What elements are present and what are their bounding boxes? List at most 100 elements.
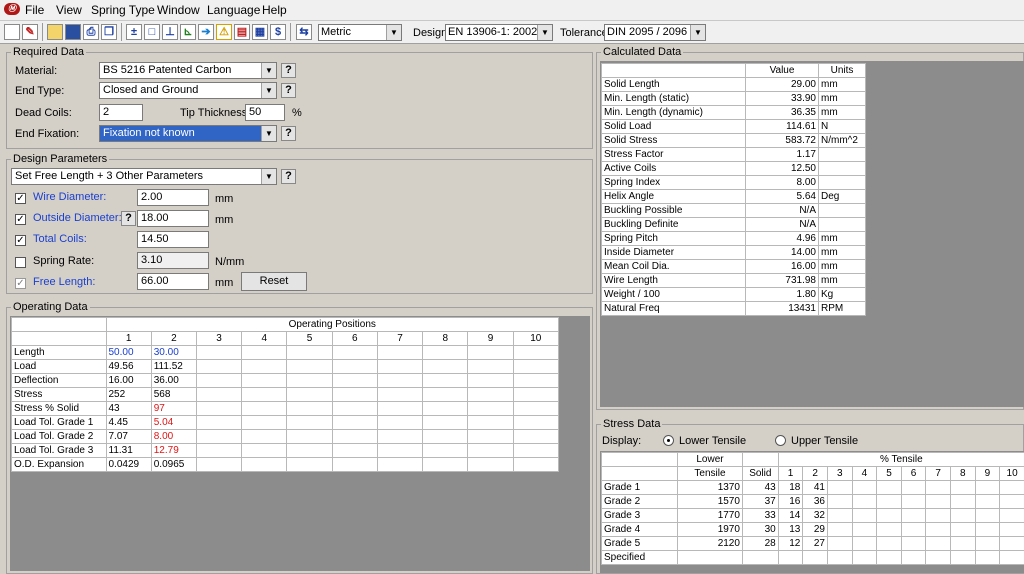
cell-position-9[interactable]: [467, 373, 514, 388]
cell-position-1[interactable]: 252: [105, 387, 152, 402]
graph-icon[interactable]: ⊥: [162, 24, 178, 40]
dead-coils-input[interactable]: 2: [99, 104, 143, 121]
cell-position-5[interactable]: [286, 429, 333, 444]
upper-tensile-label[interactable]: Upper Tensile: [791, 435, 858, 447]
cell-position-1[interactable]: 11.31: [105, 443, 152, 458]
cell-position-8[interactable]: [422, 457, 469, 472]
units-select[interactable]: Metric ▼: [318, 24, 402, 41]
cell-position-7[interactable]: [376, 345, 424, 360]
outside-diameter-input[interactable]: 18.00: [137, 210, 209, 227]
menu-view[interactable]: View: [56, 3, 82, 17]
cell-position-9[interactable]: [467, 359, 514, 374]
cell-position-3[interactable]: [195, 345, 243, 360]
tolerance-standard-select[interactable]: DIN 2095 / 2096 ▼: [604, 24, 706, 41]
end-type-help-button[interactable]: ?: [281, 83, 296, 98]
design-mode-help-button[interactable]: ?: [281, 169, 296, 184]
cell-position-8[interactable]: [422, 443, 469, 458]
cell-position-8[interactable]: [422, 415, 469, 430]
cell-position-3[interactable]: [195, 443, 243, 458]
cell-position-6[interactable]: [331, 401, 378, 416]
cell-position-5[interactable]: [286, 359, 333, 374]
cell-position-6[interactable]: [331, 429, 378, 444]
cell-position-6[interactable]: [331, 359, 378, 374]
lower-tensile-label[interactable]: Lower Tensile: [679, 435, 746, 447]
cell-position-5[interactable]: [286, 373, 333, 388]
cell-position-2[interactable]: 0.0965: [150, 457, 197, 472]
material-select[interactable]: BS 5216 Patented Carbon ▼: [99, 62, 277, 79]
cell-position-6[interactable]: [331, 387, 378, 402]
cell-position-7[interactable]: [376, 401, 424, 416]
cell-position-2[interactable]: 30.00: [150, 345, 197, 360]
cell-position-1[interactable]: 7.07: [105, 429, 152, 444]
end-fixation-help-button[interactable]: ?: [281, 126, 296, 141]
cell-position-1[interactable]: 0.0429: [105, 457, 152, 472]
cell-position-8[interactable]: [422, 387, 469, 402]
table-icon[interactable]: ▦: [252, 24, 268, 40]
cell-position-10[interactable]: [512, 359, 560, 374]
cell-position-1[interactable]: 16.00: [105, 373, 152, 388]
free-length-checkbox[interactable]: ✓: [15, 278, 26, 289]
cell-position-8[interactable]: [422, 359, 469, 374]
cell-position-10[interactable]: [512, 345, 560, 360]
cell-position-7[interactable]: [376, 373, 424, 388]
cell-position-1[interactable]: 4.45: [105, 415, 152, 430]
material-help-button[interactable]: ?: [281, 63, 296, 78]
cell-position-4[interactable]: [241, 345, 288, 360]
free-length-input[interactable]: 66.00: [137, 273, 209, 290]
cell-position-10[interactable]: [512, 401, 560, 416]
cell-position-9[interactable]: [467, 443, 514, 458]
cell-position-8[interactable]: [422, 373, 469, 388]
cell-position-2[interactable]: 111.52: [150, 359, 197, 374]
outside-diameter-checkbox[interactable]: ✓: [15, 214, 26, 225]
cost-icon[interactable]: $: [270, 24, 286, 40]
units-toggle-icon[interactable]: ⇆: [296, 24, 312, 40]
cell-position-4[interactable]: [241, 415, 288, 430]
cell-position-6[interactable]: [331, 443, 378, 458]
menu-window[interactable]: Window: [157, 3, 200, 17]
cell-position-9[interactable]: [467, 401, 514, 416]
cell-position-6[interactable]: [331, 415, 378, 430]
total-coils-checkbox[interactable]: ✓: [15, 235, 26, 246]
cell-position-2[interactable]: 8.00: [150, 429, 197, 444]
cell-position-10[interactable]: [512, 457, 560, 472]
cell-position-5[interactable]: [286, 387, 333, 402]
cell-position-3[interactable]: [195, 401, 243, 416]
cell-position-7[interactable]: [376, 387, 424, 402]
design-standard-select[interactable]: EN 13906-1: 2002 ▼: [445, 24, 553, 41]
new-file-icon[interactable]: [4, 24, 20, 40]
cell-position-4[interactable]: [241, 387, 288, 402]
end-fixation-select[interactable]: Fixation not known ▼: [99, 125, 277, 142]
cell-position-2[interactable]: 5.04: [150, 415, 197, 430]
cell-position-9[interactable]: [467, 345, 514, 360]
wire-diameter-checkbox[interactable]: ✓: [15, 193, 26, 204]
cell-position-8[interactable]: [422, 429, 469, 444]
cell-position-8[interactable]: [422, 401, 469, 416]
warning-icon[interactable]: ⚠: [216, 24, 232, 40]
cell-position-4[interactable]: [241, 443, 288, 458]
cell-position-5[interactable]: [286, 345, 333, 360]
cell-position-4[interactable]: [241, 373, 288, 388]
spring-rate-checkbox[interactable]: [15, 257, 26, 268]
total-coils-input[interactable]: 14.50: [137, 231, 209, 248]
cell-position-5[interactable]: [286, 457, 333, 472]
cell-position-3[interactable]: [195, 359, 243, 374]
cell-position-7[interactable]: [376, 359, 424, 374]
menu-spring-type[interactable]: Spring Type: [91, 3, 155, 17]
cell-position-3[interactable]: [195, 415, 243, 430]
cell-position-7[interactable]: [376, 415, 424, 430]
dimensions-icon[interactable]: □: [144, 24, 160, 40]
cell-position-9[interactable]: [467, 457, 514, 472]
cell-position-5[interactable]: [286, 415, 333, 430]
cell-position-6[interactable]: [331, 373, 378, 388]
cell-position-5[interactable]: [286, 443, 333, 458]
cell-position-2[interactable]: 36.00: [150, 373, 197, 388]
save-icon[interactable]: [65, 24, 81, 40]
cell-position-3[interactable]: [195, 373, 243, 388]
reset-button[interactable]: Reset: [241, 272, 307, 291]
chart-icon[interactable]: ⊾: [180, 24, 196, 40]
cell-position-9[interactable]: [467, 387, 514, 402]
menu-help[interactable]: Help: [262, 3, 287, 17]
cell-position-4[interactable]: [241, 429, 288, 444]
cell-position-2[interactable]: 568: [150, 387, 197, 402]
cell-position-3[interactable]: [195, 457, 243, 472]
